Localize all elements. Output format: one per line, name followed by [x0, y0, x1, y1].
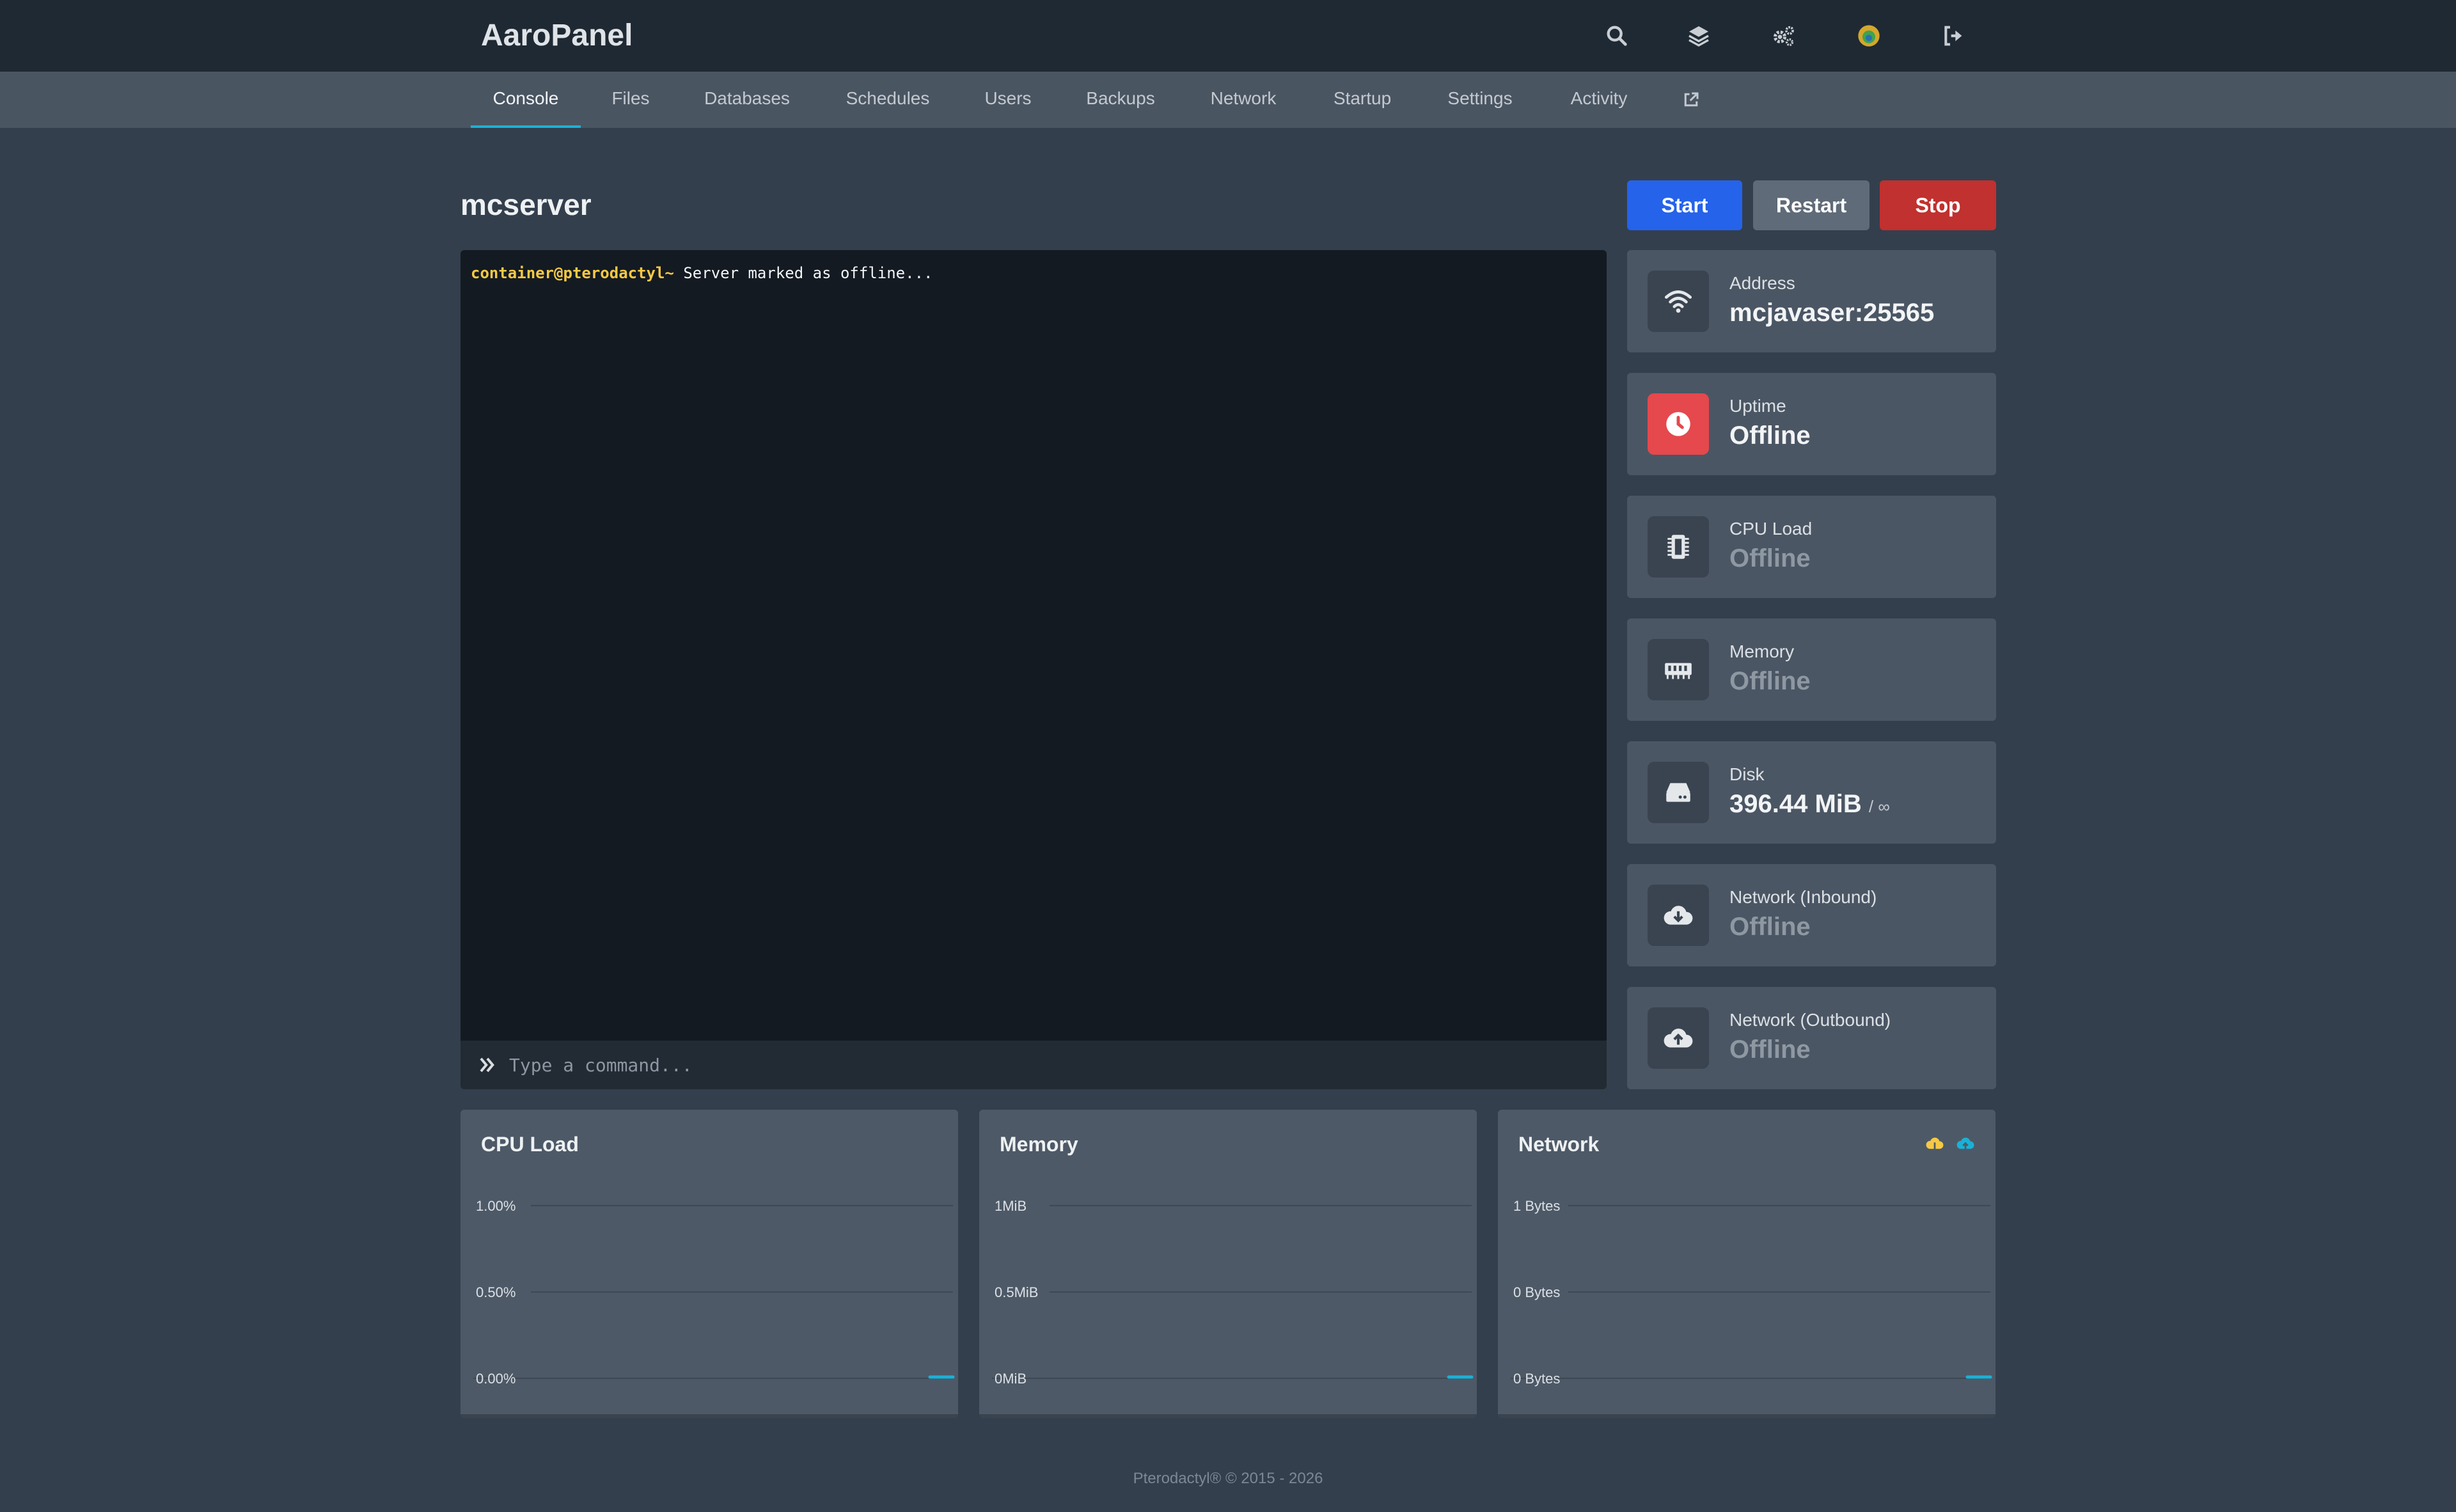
clock-icon	[1648, 393, 1709, 455]
stat-card-network-outbound: Network (Outbound) Offline	[1627, 987, 1996, 1089]
y-tick-label: 1MiB	[995, 1198, 1027, 1214]
chart-legend	[1925, 1135, 1975, 1154]
top-bar: AaroPanel	[0, 0, 2456, 72]
stat-card-disk: Disk 396.44 MiB / ∞	[1627, 741, 1996, 844]
stat-card-memory: Memory Offline	[1627, 618, 1996, 721]
stat-card-network-inbound: Network (Inbound) Offline	[1627, 864, 1996, 966]
stat-card-cpu: CPU Load Offline	[1627, 496, 1996, 598]
sub-navigation: Console Files Databases Schedules Users …	[0, 72, 2456, 128]
stat-label: Memory	[1729, 642, 1795, 661]
y-tick-label: 0MiB	[995, 1371, 1027, 1387]
start-button[interactable]: Start	[1627, 180, 1742, 230]
memory-icon	[1648, 639, 1709, 700]
y-tick-label: 0 Bytes	[1513, 1284, 1560, 1300]
stat-label: Disk	[1729, 764, 1765, 784]
microchip-icon	[1648, 516, 1709, 578]
y-tick-label: 0.50%	[476, 1284, 516, 1300]
server-name: mcserver	[460, 188, 592, 221]
console-output[interactable]: container@pterodactyl~ Server marked as …	[460, 250, 1607, 1041]
console-prompt: container@pterodactyl~	[471, 264, 674, 282]
cloud-download-icon	[1926, 1137, 1944, 1154]
sign-out-icon[interactable]	[1935, 18, 1971, 54]
tab-activity[interactable]: Activity	[1555, 72, 1642, 128]
external-link-icon[interactable]	[1673, 72, 1709, 128]
y-tick-label: 1.00%	[476, 1198, 516, 1214]
stat-card-uptime: Uptime Offline	[1627, 373, 1996, 475]
tab-users[interactable]: Users	[975, 72, 1041, 128]
tab-startup[interactable]: Startup	[1320, 72, 1405, 128]
y-tick-label: 0 Bytes	[1513, 1371, 1560, 1387]
tab-backups[interactable]: Backups	[1074, 72, 1167, 128]
chart-title: Memory	[1000, 1133, 1078, 1156]
stop-button[interactable]: Stop	[1880, 180, 1996, 230]
chart-svg-network: 1 Bytes 0 Bytes 0 Bytes	[1511, 1198, 1992, 1387]
disk-used: 396.44 MiB	[1729, 790, 1862, 818]
console-message: Server marked as offline...	[673, 264, 933, 282]
footer: Pterodactyl® © 2015 - 2026	[1133, 1470, 1323, 1487]
tab-network[interactable]: Network	[1200, 72, 1287, 128]
stat-card-address: Address mcjavaser:25565	[1627, 250, 1996, 352]
y-tick-label: 0.5MiB	[995, 1284, 1038, 1300]
stat-label: Network (Outbound)	[1729, 1010, 1891, 1030]
wifi-icon	[1648, 271, 1709, 332]
tab-databases[interactable]: Databases	[693, 72, 801, 128]
stat-label: CPU Load	[1729, 519, 1813, 539]
y-tick-label: 0.00%	[476, 1371, 516, 1387]
cloud-upload-icon	[1956, 1137, 1974, 1153]
hdd-icon	[1648, 762, 1709, 823]
stat-label: Network (Inbound)	[1729, 887, 1877, 907]
chart-title: Network	[1518, 1133, 1600, 1156]
cloud-download-icon	[1648, 885, 1709, 946]
tab-settings[interactable]: Settings	[1438, 72, 1522, 128]
stat-value: Offline	[1729, 913, 1811, 941]
stat-label: Address	[1729, 273, 1795, 293]
stat-value: 396.44 MiB / ∞	[1729, 790, 1890, 819]
stat-value: mcjavaser:25565	[1729, 299, 1935, 327]
avatar[interactable]	[1851, 18, 1887, 54]
chart-title: CPU Load	[481, 1133, 579, 1156]
command-bar	[460, 1041, 1607, 1089]
tab-files[interactable]: Files	[601, 72, 660, 128]
chart-cpu: CPU Load 1.00% 0.50% 0.00%	[460, 1110, 958, 1418]
tab-schedules[interactable]: Schedules	[834, 72, 941, 128]
cloud-upload-icon	[1648, 1007, 1709, 1069]
brand-title[interactable]: AaroPanel	[481, 14, 633, 58]
disk-limit: / ∞	[1868, 797, 1890, 816]
stat-value: Offline	[1729, 421, 1811, 450]
command-input[interactable]	[509, 1046, 1584, 1084]
layers-icon[interactable]	[1681, 18, 1717, 54]
chart-memory: Memory 1MiB 0.5MiB 0MiB	[979, 1110, 1477, 1418]
y-tick-label: 1 Bytes	[1513, 1198, 1560, 1214]
stat-value: Offline	[1729, 1036, 1811, 1064]
stat-value: Offline	[1729, 544, 1811, 572]
chart-network: Network 1 Bytes 0 Bytes 0 Bytes	[1498, 1110, 1995, 1418]
restart-button[interactable]: Restart	[1753, 180, 1870, 230]
stat-label: Uptime	[1729, 396, 1786, 416]
cogs-icon[interactable]	[1765, 18, 1801, 54]
tab-console[interactable]: Console	[471, 72, 581, 128]
search-icon[interactable]	[1599, 18, 1635, 54]
stat-value: Offline	[1729, 667, 1811, 695]
chevron-double-right-icon	[480, 1057, 494, 1073]
console-line: container@pterodactyl~ Server marked as …	[471, 260, 933, 286]
chart-svg-cpu: 1.00% 0.50% 0.00%	[473, 1198, 955, 1387]
chart-svg-memory: 1MiB 0.5MiB 0MiB	[992, 1198, 1474, 1387]
